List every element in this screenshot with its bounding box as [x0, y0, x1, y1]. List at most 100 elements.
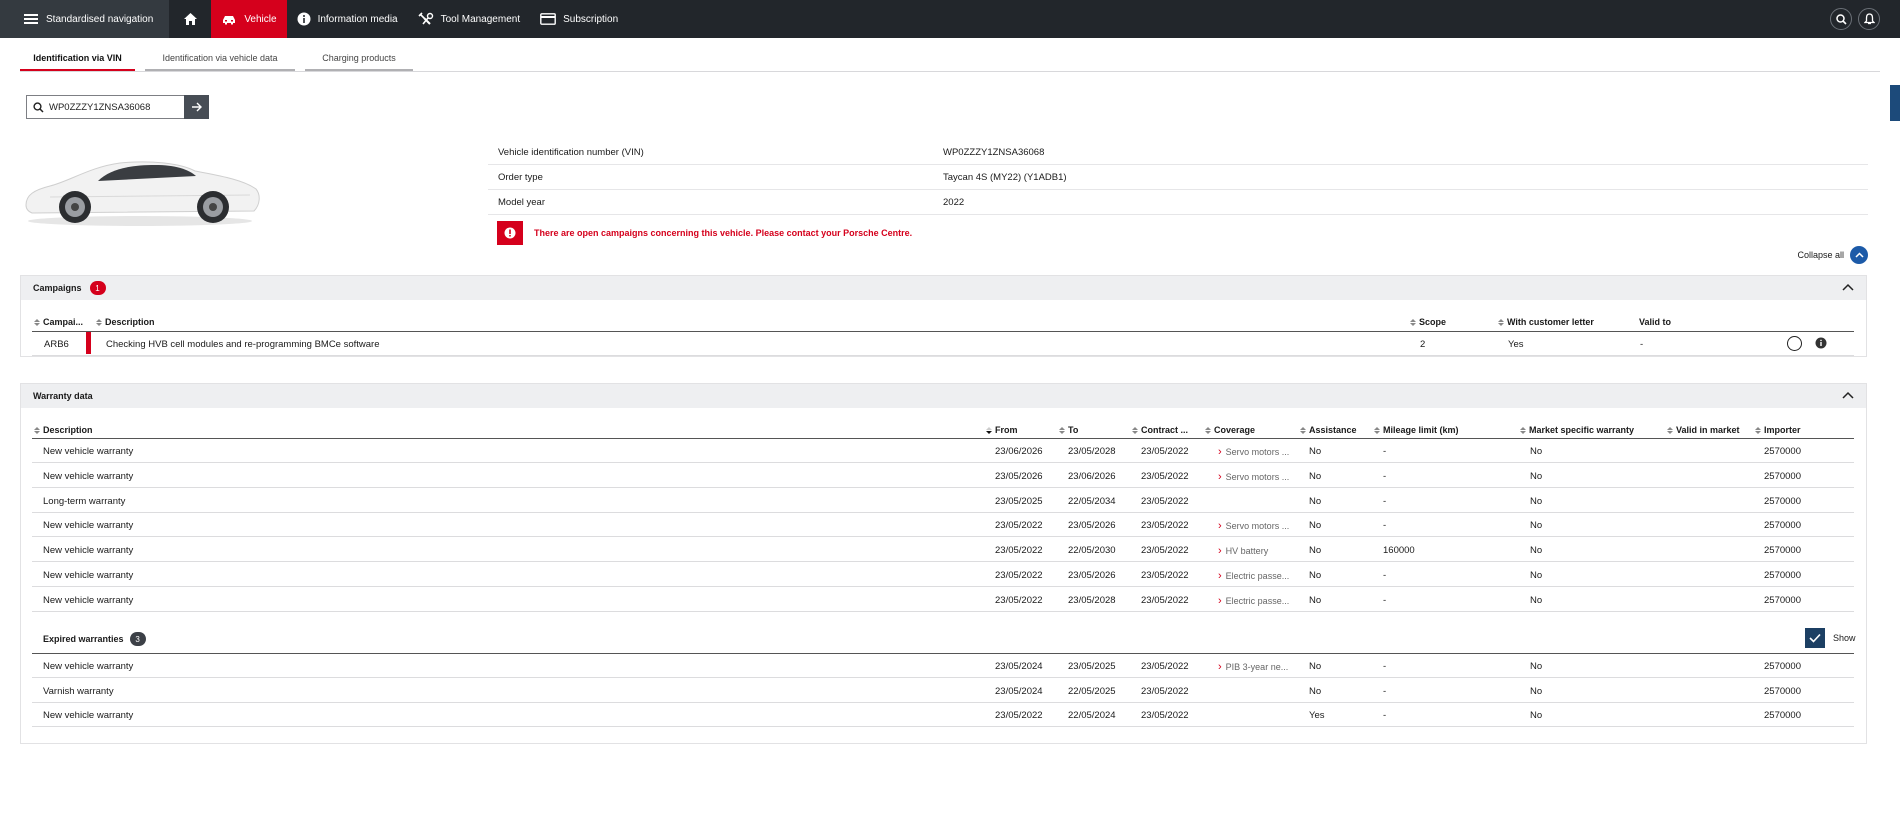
chevron-up-icon[interactable]	[1842, 391, 1854, 399]
column-header-contract[interactable]: Contract ...	[1132, 425, 1188, 435]
divider	[32, 561, 1854, 563]
warranty-description: New vehicle warranty	[43, 570, 134, 581]
column-header-importer[interactable]: Importer	[1755, 425, 1801, 435]
warranty-description: Varnish warranty	[43, 685, 114, 697]
sort-icon	[1300, 426, 1306, 434]
warranty-description: New vehicle warranty	[43, 710, 134, 722]
warranty-importer: 2570000	[1764, 594, 1801, 606]
column-header-valid-in-market[interactable]: Valid in market	[1667, 425, 1740, 435]
warranty-from: 23/06/2026	[995, 446, 1043, 457]
warranty-market-specific: No	[1530, 710, 1543, 722]
chevron-up-icon[interactable]	[1842, 283, 1854, 291]
warranty-market-specific: No	[1530, 520, 1543, 532]
warranty-assistance: No	[1309, 446, 1322, 457]
warranty-coverage-link[interactable]: › Servo motors ...	[1218, 471, 1289, 483]
warranty-description: New vehicle warranty	[43, 470, 134, 482]
column-header-valid-to[interactable]: Valid to	[1639, 317, 1671, 327]
campaign-select-radio[interactable]	[1787, 336, 1802, 351]
warranty-market-specific: No	[1530, 570, 1543, 581]
arrow-right-icon	[191, 102, 202, 112]
column-header-market-specific-warranty[interactable]: Market specific warranty	[1520, 425, 1634, 435]
model-year-label: Model year	[498, 196, 545, 208]
scrollbar-thumb[interactable]	[1890, 85, 1900, 121]
column-header-to[interactable]: To	[1059, 425, 1078, 435]
search-button[interactable]	[1830, 8, 1852, 30]
warranty-from: 23/05/2024	[995, 661, 1043, 672]
vehicle-info-table: Vehicle identification number (VIN) WP0Z…	[488, 140, 1868, 215]
divider	[32, 355, 1854, 356]
info-icon[interactable]	[1815, 337, 1827, 349]
warranty-coverage-link[interactable]: › Servo motors ...	[1218, 446, 1289, 458]
vin-search-field[interactable]: WP0ZZZY1ZNSA36068	[26, 95, 209, 119]
divider	[32, 536, 1854, 538]
vehicle-info-row: Vehicle identification number (VIN) WP0Z…	[488, 140, 1868, 165]
vin-value: WP0ZZZY1ZNSA36068	[943, 146, 1045, 158]
column-header-description[interactable]: Description	[34, 425, 93, 435]
column-header-assistance[interactable]: Assistance	[1300, 425, 1357, 435]
chevron-right-icon: ›	[1218, 661, 1222, 673]
divider	[32, 677, 1854, 678]
divider	[32, 438, 1854, 439]
tools-icon	[418, 12, 433, 25]
divider	[32, 653, 1854, 654]
nav-item-tool-management[interactable]: Tool Management	[408, 0, 531, 38]
nav-item-label: Subscription	[563, 13, 619, 25]
column-header-description[interactable]: Description	[96, 317, 155, 327]
standardised-navigation-label: Standardised navigation	[46, 13, 154, 25]
coverage-text: Servo motors ...	[1225, 471, 1290, 482]
coverage-text: Electric passe...	[1225, 595, 1290, 606]
warranty-description: New vehicle warranty	[43, 520, 134, 532]
tab-identification-via-vin[interactable]: Identification via VIN	[20, 53, 135, 71]
warranty-mileage: -	[1383, 594, 1387, 606]
nav-item-subscription[interactable]: Subscription	[530, 0, 628, 38]
warranty-description: New vehicle warranty	[43, 446, 134, 457]
campaign-status-indicator	[86, 332, 91, 354]
warranty-coverage-link[interactable]: › Electric passe...	[1218, 570, 1289, 582]
warranty-mileage: -	[1383, 570, 1387, 581]
warranty-assistance: No	[1309, 545, 1322, 557]
show-expired-checkbox[interactable]	[1805, 628, 1825, 648]
notifications-button[interactable]	[1858, 8, 1880, 30]
tab-identification-via-vehicle-data[interactable]: Identification via vehicle data	[145, 53, 295, 71]
column-header-from[interactable]: From	[986, 425, 1018, 435]
vin-search-input[interactable]: WP0ZZZY1ZNSA36068	[49, 102, 188, 113]
warranty-importer: 2570000	[1764, 570, 1801, 581]
nav-item-label: Information media	[317, 13, 398, 25]
home-button[interactable]	[169, 0, 211, 38]
warranty-importer: 2570000	[1764, 685, 1801, 697]
column-header-campaign[interactable]: Campai...	[34, 317, 83, 327]
search-submit-button[interactable]	[184, 95, 209, 119]
nav-item-information-media[interactable]: Information media	[287, 0, 408, 38]
warranty-assistance: No	[1309, 495, 1322, 507]
warranty-coverage-link[interactable]: › Servo motors ...	[1218, 520, 1289, 532]
column-header-scope[interactable]: Scope	[1410, 317, 1446, 327]
sort-icon	[1205, 426, 1211, 434]
nav-item-label: Vehicle	[244, 13, 277, 25]
warranty-from: 23/05/2022	[995, 570, 1043, 581]
warranty-coverage-link[interactable]: › PIB 3-year ne...	[1218, 661, 1288, 673]
campaign-alert: There are open campaigns concerning this…	[497, 221, 912, 245]
sort-icon	[986, 426, 992, 434]
column-header-mileage-limit[interactable]: Mileage limit (km)	[1374, 425, 1459, 435]
column-header-with-customer-letter[interactable]: With customer letter	[1498, 317, 1594, 327]
identification-tabs: Identification via VIN Identification vi…	[20, 53, 1880, 72]
warranty-mileage: -	[1383, 495, 1387, 507]
nav-item-vehicle[interactable]: Vehicle	[211, 0, 287, 38]
collapse-all-button[interactable]: Collapse all	[1797, 246, 1868, 264]
warranty-to: 22/05/2024	[1068, 710, 1116, 722]
column-header-coverage[interactable]: Coverage	[1205, 425, 1255, 435]
warranty-coverage-link[interactable]: › Electric passe...	[1218, 595, 1289, 607]
warranty-title: Warranty data	[33, 391, 93, 401]
sort-icon	[1059, 426, 1065, 434]
warranty-from: 23/05/2022	[995, 710, 1043, 722]
warranty-market-specific: No	[1530, 545, 1543, 557]
warranty-coverage-link[interactable]: › HV battery	[1218, 545, 1268, 557]
warranty-contract: 23/05/2022	[1141, 685, 1189, 697]
standardised-navigation-button[interactable]: Standardised navigation	[0, 0, 170, 38]
tab-charging-products[interactable]: Charging products	[305, 53, 413, 71]
warranty-importer: 2570000	[1764, 661, 1801, 672]
warranty-to: 23/05/2026	[1068, 570, 1116, 581]
warranty-mileage: -	[1383, 685, 1387, 697]
warranty-header[interactable]: Warranty data	[21, 384, 1866, 408]
campaigns-header[interactable]: Campaigns 1	[21, 276, 1866, 300]
